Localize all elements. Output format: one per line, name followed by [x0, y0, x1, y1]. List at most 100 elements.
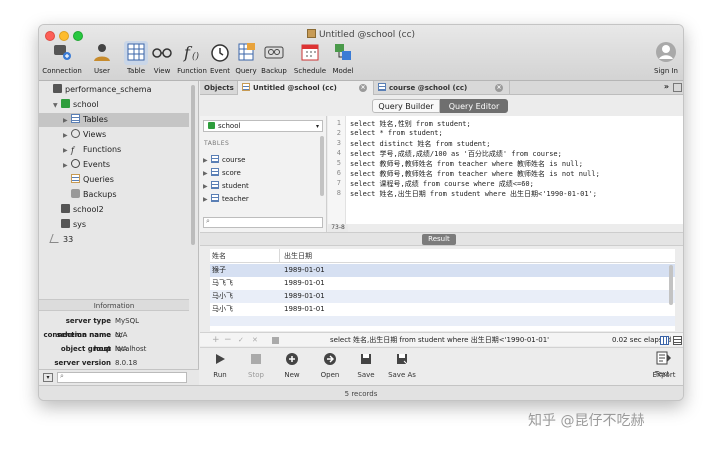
tab-course-table[interactable]: course @school (cc) × [374, 81, 510, 95]
tree-item-backups[interactable]: Backups [39, 188, 189, 202]
tree-item-functions[interactable]: ▶ f Functions [39, 143, 189, 157]
disclosure-right-icon[interactable]: ▶ [63, 159, 71, 173]
info-key: server type [65, 317, 111, 325]
database-icon [53, 84, 62, 93]
tree-item-label: Events [83, 160, 111, 169]
result-grid: 姓名 出生日期 猴子 1989-01-01 马飞飞 1989-01-01 马小飞… [210, 249, 675, 331]
query-editor-tab[interactable]: Query Editor [440, 99, 508, 113]
tab-objects[interactable]: Objects [200, 81, 238, 95]
disclosure-right-icon[interactable]: ▶ [63, 144, 71, 158]
disclosure-down-icon[interactable]: ▼ [53, 99, 61, 113]
schema-table-teacher[interactable]: ▶ teacher [203, 192, 313, 206]
connection-icon [49, 234, 62, 243]
save-as-button[interactable]: Save As [382, 352, 422, 379]
schema-table-label: teacher [222, 195, 249, 203]
info-row: schema name N/A [39, 328, 189, 342]
schema-search-input[interactable]: ⌕ [203, 217, 323, 228]
toolbar-model[interactable]: Model [322, 41, 364, 79]
run-button[interactable]: Run [200, 352, 240, 379]
info-row: server type MySQL [39, 314, 189, 328]
save-icon [361, 354, 371, 364]
toolbar-connection[interactable]: Connection [41, 41, 83, 79]
backup-icon [264, 46, 284, 59]
schema-table-course[interactable]: ▶ course [203, 153, 313, 167]
table-row[interactable]: 猴子 1989-01-01 [210, 264, 675, 277]
disclosure-right-icon[interactable]: ▶ [203, 193, 211, 207]
filter-menu-icon[interactable]: ▾ [43, 373, 53, 382]
tree-item-tables[interactable]: ▶ Tables [39, 113, 189, 127]
disclosure-right-icon[interactable]: ▶ [63, 114, 71, 128]
tree-item-label: Views [83, 130, 107, 139]
line-number: 2 [336, 129, 341, 137]
code-line: select 教师号,教师姓名 from teacher where 教师姓名 … [350, 160, 583, 168]
user-icon [94, 44, 110, 61]
tree-item-sys[interactable]: sys [39, 218, 189, 232]
signin-label: Sign In [654, 67, 678, 75]
tab-untitled-query[interactable]: Untitled @school (cc) × [238, 81, 374, 95]
save-button[interactable]: Save [346, 352, 386, 379]
tree-item-school2[interactable]: school2 [39, 203, 189, 217]
form-view-icon[interactable] [673, 336, 682, 345]
table-row[interactable]: 马小飞 1989-01-01 [210, 303, 675, 316]
tree-item-label: Functions [83, 145, 122, 154]
grid-scrollbar[interactable] [669, 265, 673, 305]
table-cell: 1989-01-01 [284, 266, 325, 274]
database-select[interactable]: school ▾ [203, 120, 323, 132]
grid-view-icon[interactable] [660, 336, 669, 345]
tree-item-label: school [73, 100, 99, 109]
info-key: server version [54, 359, 111, 367]
schema-scrollbar[interactable] [320, 136, 324, 196]
new-button[interactable]: New [272, 352, 312, 379]
table-row[interactable]: 马小飞 1989-01-01 [210, 290, 675, 303]
code-line: select * from student; [350, 129, 443, 137]
tab-label: Objects [204, 84, 234, 92]
text-button[interactable]: Text [642, 351, 682, 378]
save-as-label: Save As [388, 371, 416, 379]
open-button[interactable]: Open [310, 352, 350, 379]
app-window: Untitled @school (cc) Connection User Ta… [38, 24, 684, 401]
close-tab-icon[interactable]: × [495, 84, 503, 92]
stop-label: Stop [248, 371, 264, 379]
schema-pane: school ▾ TABLES ▶ course ▶ score ▶ student … [200, 116, 327, 232]
add-row-icon[interactable]: + [212, 333, 220, 347]
query-icon [242, 83, 250, 91]
new-tab-icon[interactable] [673, 83, 682, 92]
window-title-text: Untitled @school (cc) [318, 30, 416, 40]
query-toolbar: Run Stop New Open Save Save As Export [200, 347, 683, 385]
table-row[interactable]: 马飞飞 1989-01-01 [210, 277, 675, 290]
chevron-down-icon: ▾ [315, 123, 319, 130]
delete-row-icon[interactable]: − [224, 333, 232, 347]
disclosure-right-icon[interactable]: ▶ [63, 129, 71, 143]
column-header[interactable]: 姓名 [210, 249, 280, 263]
tree-item-views[interactable]: ▶ Views [39, 128, 189, 142]
line-number: 7 [336, 179, 341, 187]
sidebar-scrollbar[interactable] [191, 85, 195, 245]
schema-table-student[interactable]: ▶ student [203, 179, 313, 193]
stop-icon [251, 354, 261, 364]
stop-button[interactable]: Stop [236, 352, 276, 379]
sql-editor[interactable]: 1 2 3 4 5 6 7 8 select 姓名,性别 from studen… [328, 116, 683, 224]
tab-overflow-icon[interactable]: » [664, 82, 669, 91]
column-header[interactable]: 出生日期 [280, 249, 675, 263]
apply-icon[interactable]: ✓ [238, 333, 244, 347]
tree-item-performance-schema[interactable]: performance_schema [39, 83, 189, 97]
query-builder-tab[interactable]: Query Builder [372, 99, 440, 113]
titlebar: Untitled @school (cc) Connection User Ta… [39, 25, 683, 81]
line-number: 8 [336, 189, 341, 197]
tree-item-queries[interactable]: Queries [39, 173, 189, 187]
table-icon [378, 83, 386, 91]
discard-icon[interactable]: ✕ [252, 333, 258, 347]
sidebar-search-input[interactable] [57, 372, 187, 383]
tree-item-school[interactable]: ▼ school [39, 98, 189, 112]
tree-item-events[interactable]: ▶ Events [39, 158, 189, 172]
stop-icon[interactable] [272, 337, 279, 344]
toolbar-signin[interactable]: Sign In [645, 41, 683, 79]
tab-label: Untitled @school (cc) [253, 84, 337, 92]
close-tab-icon[interactable]: × [359, 84, 367, 92]
table-row-partial[interactable] [210, 316, 675, 326]
information-header: Information [39, 299, 189, 311]
schema-table-score[interactable]: ▶ score [203, 166, 313, 180]
info-value: MySQL [115, 317, 140, 325]
tree-item-33[interactable]: 33 [39, 233, 189, 247]
result-tab[interactable]: Result [422, 234, 456, 245]
